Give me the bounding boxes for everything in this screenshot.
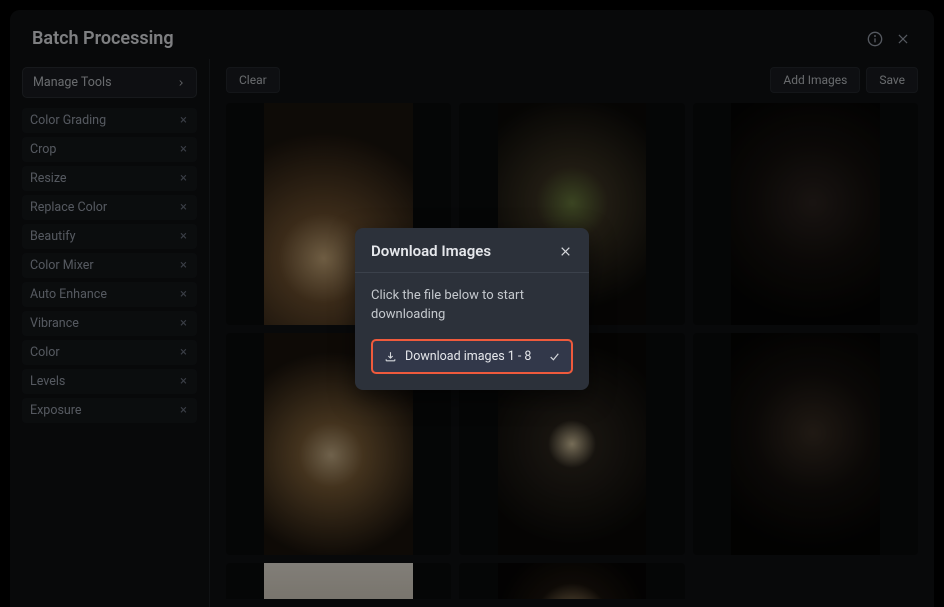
image-thumbnail[interactable]	[459, 563, 684, 599]
chevron-right-icon	[176, 78, 186, 88]
modal-title: Download Images	[371, 242, 491, 260]
tool-resize[interactable]: Resize ×	[22, 166, 197, 191]
manage-tools-label: Manage Tools	[33, 75, 112, 90]
remove-tool-icon[interactable]: ×	[178, 374, 189, 389]
modal-close-icon[interactable]	[557, 243, 573, 259]
modal-body: Click the file below to start downloadin…	[355, 273, 589, 390]
tool-label: Auto Enhance	[30, 287, 107, 302]
toolbar: Clear Add Images Save	[226, 67, 918, 93]
remove-tool-icon[interactable]: ×	[178, 200, 189, 215]
close-icon[interactable]	[894, 30, 912, 48]
add-images-button[interactable]: Add Images	[770, 67, 860, 93]
tool-replace-color[interactable]: Replace Color ×	[22, 195, 197, 220]
tool-label: Color Grading	[30, 113, 106, 128]
image-thumbnail[interactable]	[693, 103, 918, 325]
image-thumbnail[interactable]	[693, 333, 918, 555]
tool-label: Exposure	[30, 403, 82, 418]
tool-label: Resize	[30, 171, 67, 186]
tool-color-grading[interactable]: Color Grading ×	[22, 108, 197, 133]
tool-label: Crop	[30, 142, 56, 157]
tool-label: Color	[30, 345, 60, 360]
tool-label: Color Mixer	[30, 258, 94, 273]
panel-header: Batch Processing	[10, 10, 934, 59]
tool-crop[interactable]: Crop ×	[22, 137, 197, 162]
tool-color[interactable]: Color ×	[22, 340, 197, 365]
remove-tool-icon[interactable]: ×	[178, 345, 189, 360]
remove-tool-icon[interactable]: ×	[178, 142, 189, 157]
tool-label: Vibrance	[30, 316, 79, 331]
download-file-label: Download images 1 - 8	[405, 349, 539, 364]
clear-button[interactable]: Clear	[226, 67, 280, 93]
remove-tool-icon[interactable]: ×	[178, 229, 189, 244]
tool-color-mixer[interactable]: Color Mixer ×	[22, 253, 197, 278]
tool-levels[interactable]: Levels ×	[22, 369, 197, 394]
tool-label: Beautify	[30, 229, 76, 244]
info-icon[interactable]	[866, 30, 884, 48]
tool-label: Replace Color	[30, 200, 107, 215]
download-images-modal: Download Images Click the file below to …	[355, 228, 589, 390]
tool-vibrance[interactable]: Vibrance ×	[22, 311, 197, 336]
tool-beautify[interactable]: Beautify ×	[22, 224, 197, 249]
modal-instructions: Click the file below to start downloadin…	[371, 287, 573, 325]
tool-label: Levels	[30, 374, 65, 389]
remove-tool-icon[interactable]: ×	[178, 316, 189, 331]
sidebar: Manage Tools Color Grading × Crop × Resi…	[10, 59, 210, 607]
remove-tool-icon[interactable]: ×	[178, 171, 189, 186]
panel-title: Batch Processing	[32, 28, 174, 49]
tool-exposure[interactable]: Exposure ×	[22, 398, 197, 423]
tool-auto-enhance[interactable]: Auto Enhance ×	[22, 282, 197, 307]
check-icon	[547, 349, 561, 363]
header-actions	[866, 30, 912, 48]
save-button[interactable]: Save	[866, 67, 918, 93]
remove-tool-icon[interactable]: ×	[178, 258, 189, 273]
manage-tools-button[interactable]: Manage Tools	[22, 67, 197, 98]
remove-tool-icon[interactable]: ×	[178, 113, 189, 128]
image-thumbnail[interactable]	[226, 563, 451, 599]
modal-header: Download Images	[355, 228, 589, 273]
download-icon	[383, 349, 397, 363]
remove-tool-icon[interactable]: ×	[178, 403, 189, 418]
remove-tool-icon[interactable]: ×	[178, 287, 189, 302]
download-file-row[interactable]: Download images 1 - 8	[371, 339, 573, 374]
